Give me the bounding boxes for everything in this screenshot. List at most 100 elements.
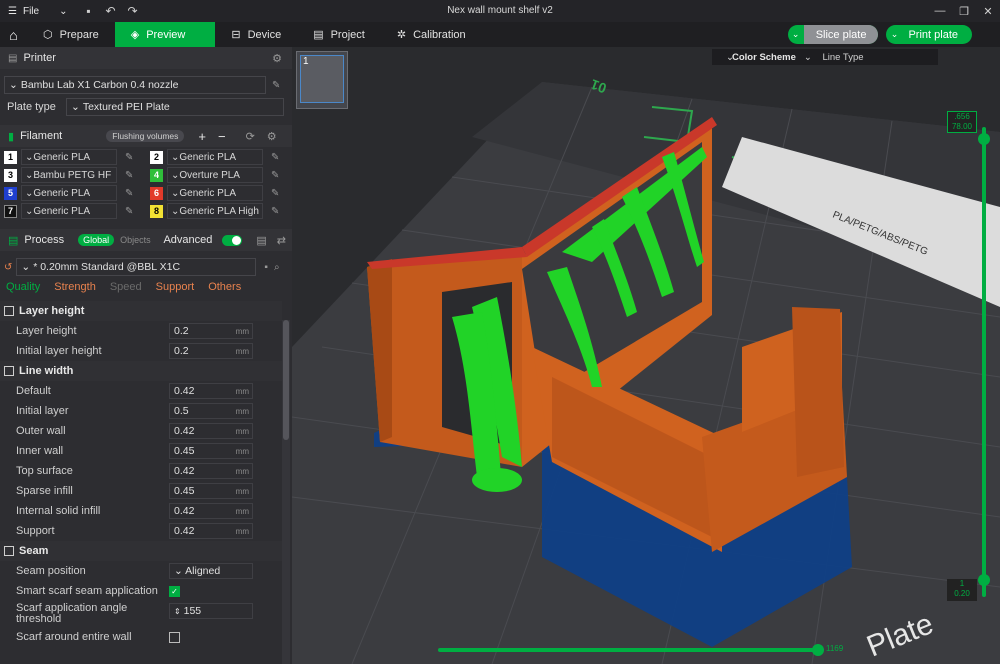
- sync-icon[interactable]: ⟳: [246, 130, 255, 143]
- filament-name[interactable]: ⌄ Bambu PETG HF: [21, 167, 117, 183]
- advanced-switch[interactable]: [222, 234, 243, 246]
- param-initial-layer-height: Initial layer height 0.2 mm: [0, 341, 282, 361]
- sparse-infill-input[interactable]: 0.45 mm: [169, 483, 253, 499]
- scarf-angle-input[interactable]: ⇕ 155: [169, 603, 253, 619]
- move-slider-handle[interactable]: [812, 644, 824, 656]
- tab-calibration[interactable]: ✲ Calibration: [381, 22, 482, 47]
- edit-icon[interactable]: ✎: [125, 188, 133, 199]
- edit-icon[interactable]: ✎: [125, 152, 133, 163]
- filament-slot[interactable]: 5 ⌄ Generic PLA ✎: [4, 185, 150, 201]
- tab-project[interactable]: ▤ Project: [297, 22, 381, 47]
- chevron-down-icon: ⌄: [25, 187, 34, 199]
- tab-device[interactable]: ⊟ Device: [215, 22, 297, 47]
- filament-icon: ▮: [8, 130, 15, 143]
- filament-slot[interactable]: 8⌄Generic PLA High S...✎: [150, 203, 292, 219]
- filament-slot[interactable]: 2 ⌄ Generic PLA ✎: [150, 149, 292, 165]
- edit-icon[interactable]: ✎: [271, 170, 279, 181]
- initial-layer-input[interactable]: 0.5 mm: [169, 403, 253, 419]
- smart-scarf-checkbox[interactable]: ✓: [169, 585, 180, 597]
- remove-icon[interactable]: −: [218, 129, 226, 144]
- layer-top-readout: .656 78.00: [947, 111, 977, 133]
- inner-wall-input[interactable]: 0.45 mm: [169, 443, 253, 459]
- filament-slot[interactable]: 3 ⌄ Bambu PETG HF ✎: [4, 167, 150, 183]
- global-toggle[interactable]: Global: [78, 234, 115, 246]
- minimize-icon[interactable]: —: [928, 0, 952, 22]
- tab-others[interactable]: Others: [208, 281, 241, 297]
- color-scheme-bar[interactable]: ⌄ Color Scheme ⌄ Line Type: [712, 49, 938, 65]
- tab-preview[interactable]: ◈ Preview: [114, 22, 216, 47]
- tab-speed[interactable]: Speed: [110, 281, 142, 297]
- seam-icon: [4, 546, 14, 556]
- filament-name[interactable]: ⌄ Generic PLA: [21, 203, 117, 219]
- plate-type-select[interactable]: ⌄ Textured PEI Plate: [66, 98, 284, 116]
- param-sparse-infill: Sparse infill 0.45 mm: [0, 481, 282, 501]
- 3d-viewport[interactable]: PLA/PETG/ABS/PETG 01 Plate 1 ⌄ Color Sch…: [292, 47, 1000, 664]
- filament-name[interactable]: ⌄ Generic PLA: [167, 149, 263, 165]
- home-icon[interactable]: ⌂: [0, 22, 27, 47]
- chevron-down-icon: ⌄: [21, 261, 31, 273]
- edit-icon[interactable]: ✎: [271, 152, 279, 163]
- edit-icon[interactable]: ✎: [271, 188, 279, 199]
- filament-slot[interactable]: 1 ⌄ Generic PLA ✎: [4, 149, 150, 165]
- param-default: Default 0.42 mm: [0, 381, 282, 401]
- compare-icon[interactable]: ⇄: [277, 234, 286, 247]
- default-input[interactable]: 0.42 mm: [169, 383, 253, 399]
- layer-slider-bottom-handle[interactable]: [978, 574, 990, 586]
- plate-thumbnail[interactable]: 1: [296, 51, 348, 109]
- color-scheme-select[interactable]: ⌄ Line Type: [804, 52, 864, 63]
- layer-slider[interactable]: [982, 127, 986, 597]
- process-preset-select[interactable]: ⌄ * 0.20mm Standard @BBL X1C: [16, 258, 257, 276]
- filament-name[interactable]: ⌄ Overture PLA: [167, 167, 263, 183]
- edit-icon[interactable]: ✎: [272, 80, 280, 91]
- filament-slot[interactable]: 7 ⌄ Generic PLA ✎: [4, 203, 150, 219]
- param-support: Support 0.42 mm: [0, 521, 282, 541]
- search-icon[interactable]: ⌕: [274, 262, 280, 273]
- printer-select[interactable]: ⌄ Bambu Lab X1 Carbon 0.4 nozzle: [4, 76, 266, 94]
- edit-icon[interactable]: ✎: [125, 170, 133, 181]
- list-icon[interactable]: ▤: [256, 234, 266, 247]
- edit-icon[interactable]: ✎: [271, 206, 279, 217]
- objects-toggle[interactable]: Objects: [120, 235, 151, 245]
- chevron-down-icon: ⌄: [171, 205, 180, 217]
- chevron-down-icon: ⌄: [71, 101, 80, 113]
- filament-slot[interactable]: 4 ⌄ Overture PLA ✎: [150, 167, 292, 183]
- edit-icon[interactable]: ✎: [125, 206, 133, 217]
- tab-prepare[interactable]: ⬡ Prepare: [27, 22, 115, 47]
- redo-icon[interactable]: ↷: [121, 0, 143, 22]
- save-icon[interactable]: ▪: [77, 0, 99, 22]
- maximize-icon[interactable]: ❐: [952, 0, 976, 22]
- top-surface-input[interactable]: 0.42 mm: [169, 463, 253, 479]
- gear-icon[interactable]: ⚙: [272, 52, 282, 65]
- layer-slider-top-handle[interactable]: [978, 133, 990, 145]
- layer-height-group: Layer height: [0, 301, 282, 321]
- filament-name[interactable]: ⌄ Generic PLA: [21, 149, 117, 165]
- file-menu[interactable]: ☰ File ⌄: [0, 0, 67, 22]
- filament-name[interactable]: ⌄ Generic PLA: [21, 185, 117, 201]
- initial-layer-height-input[interactable]: 0.2 mm: [169, 343, 253, 359]
- print-plate-button[interactable]: ⌄ Print plate: [886, 25, 972, 44]
- layer-height-input[interactable]: 0.2 mm: [169, 323, 253, 339]
- seam-position-select[interactable]: ⌄ Aligned: [169, 563, 253, 579]
- filament-name[interactable]: ⌄ Generic PLA: [167, 185, 263, 201]
- add-icon[interactable]: +: [198, 129, 206, 144]
- close-icon[interactable]: ✕: [976, 0, 1000, 22]
- reset-icon[interactable]: ↺: [4, 262, 12, 273]
- tab-support[interactable]: Support: [156, 281, 195, 297]
- save-icon[interactable]: ▪: [264, 262, 268, 273]
- tab-strength[interactable]: Strength: [54, 281, 96, 297]
- scarf-entire-checkbox[interactable]: [169, 631, 180, 643]
- printer-icon: ▤: [8, 52, 18, 64]
- filament-slot[interactable]: 6 ⌄ Generic PLA ✎: [150, 185, 292, 201]
- internal-solid-infill-input[interactable]: 0.42 mm: [169, 503, 253, 519]
- slice-plate-button[interactable]: ⌄ Slice plate: [787, 25, 879, 44]
- filament-name[interactable]: ⌄Generic PLA High S...: [167, 203, 263, 219]
- support-input[interactable]: 0.42 mm: [169, 523, 253, 539]
- tab-quality[interactable]: Quality: [6, 281, 40, 297]
- sidebar-scrollbar[interactable]: [282, 320, 290, 664]
- move-slider[interactable]: [438, 648, 818, 652]
- undo-icon[interactable]: ↶: [99, 0, 121, 22]
- outer-wall-input[interactable]: 0.42 mm: [169, 423, 253, 439]
- gear-icon[interactable]: ⚙: [267, 130, 277, 143]
- chevron-down-icon: ⌄: [791, 29, 800, 39]
- flushing-volumes-button[interactable]: Flushing volumes: [106, 130, 185, 142]
